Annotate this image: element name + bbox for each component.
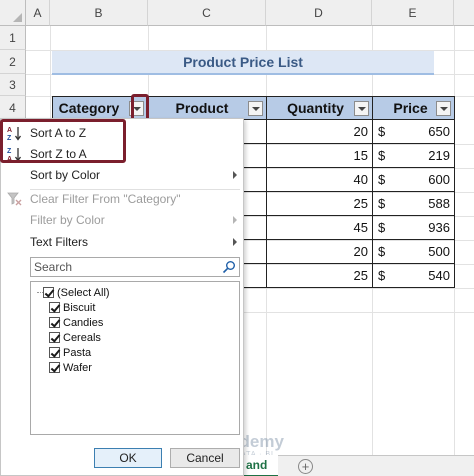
checkbox[interactable] <box>43 287 54 298</box>
checkbox[interactable] <box>49 362 60 373</box>
currency-symbol: $ <box>378 220 386 235</box>
header-product-label: Product <box>175 100 229 116</box>
header-quantity-label: Quantity <box>287 100 344 116</box>
sheet-tab-active[interactable]: and <box>244 455 278 476</box>
price-cell[interactable]: $540 <box>372 264 455 288</box>
filter-values-list: (Select All) Biscuit Candies Cereals Pas… <box>30 281 240 435</box>
price-filter-button[interactable] <box>436 101 451 116</box>
column-header-c[interactable]: C <box>148 0 266 26</box>
select-all-corner[interactable] <box>0 0 26 26</box>
price-value: 936 <box>428 220 450 235</box>
list-item[interactable]: Biscuit <box>49 300 95 315</box>
price-value: 588 <box>428 196 450 211</box>
list-item-label: (Select All) <box>57 286 110 299</box>
column-header-next[interactable] <box>454 0 474 26</box>
currency-symbol: $ <box>378 196 386 211</box>
currency-symbol: $ <box>378 148 386 163</box>
currency-symbol: $ <box>378 244 386 259</box>
checkbox[interactable] <box>49 332 60 343</box>
product-cell[interactable] <box>244 144 267 168</box>
column-header-d[interactable]: D <box>266 0 372 26</box>
list-item[interactable]: Pasta <box>49 345 91 360</box>
currency-symbol: $ <box>378 172 386 187</box>
search-icon <box>222 261 235 274</box>
list-item-label: Wafer <box>63 361 92 374</box>
column-header-b[interactable]: B <box>50 0 148 26</box>
checkbox[interactable] <box>49 302 60 313</box>
menu-sort-by-color-label: Sort by Color <box>30 168 101 182</box>
quantity-filter-button[interactable] <box>354 101 369 116</box>
row-header-3[interactable]: 3 <box>0 74 26 96</box>
product-cell[interactable] <box>244 216 267 240</box>
quantity-cell[interactable]: 20 <box>266 120 373 144</box>
filter-dropdown-menu: A Z Sort A to Z Z A Sort Z to A Sort by … <box>0 118 244 476</box>
quantity-cell[interactable]: 20 <box>266 240 373 264</box>
row-header-2[interactable]: 2 <box>0 50 26 74</box>
quantity-cell[interactable]: 25 <box>266 192 373 216</box>
list-item-select-all[interactable]: (Select All) <box>43 285 110 300</box>
column-header-a[interactable]: A <box>26 0 50 26</box>
cancel-button[interactable]: Cancel <box>170 448 240 468</box>
price-value: 540 <box>428 268 450 283</box>
sheet-tabs-bar: and + <box>244 455 474 476</box>
price-value: 650 <box>428 124 450 139</box>
filter-search-input[interactable] <box>31 258 216 276</box>
list-item[interactable]: Wafer <box>49 360 92 375</box>
header-price-label: Price <box>393 100 428 116</box>
list-item-label: Cereals <box>63 331 101 344</box>
price-cell[interactable]: $936 <box>372 216 455 240</box>
menu-text-filters-label: Text Filters <box>30 235 89 249</box>
quantity-cell[interactable]: 15 <box>266 144 373 168</box>
quantity-cell[interactable]: 40 <box>266 168 373 192</box>
menu-filter-by-color[interactable]: Filter by Color <box>1 209 243 231</box>
header-product[interactable]: Product <box>147 96 267 120</box>
price-cell[interactable]: $500 <box>372 240 455 264</box>
price-cell[interactable]: $600 <box>372 168 455 192</box>
menu-text-filters[interactable]: Text Filters <box>1 231 243 253</box>
row-header-1[interactable]: 1 <box>0 26 26 50</box>
sheet-title: Product Price List <box>52 51 434 75</box>
ok-button[interactable]: OK <box>94 448 162 468</box>
quantity-cell[interactable]: 45 <box>266 216 373 240</box>
product-cell[interactable] <box>244 168 267 192</box>
price-value: 219 <box>428 148 450 163</box>
quantity-cell[interactable]: 25 <box>266 264 373 288</box>
row-header-4[interactable]: 4 <box>0 96 26 120</box>
submenu-arrow-icon <box>233 216 237 224</box>
price-value: 500 <box>428 244 450 259</box>
product-cell[interactable] <box>244 120 267 144</box>
list-item-label: Biscuit <box>63 301 96 314</box>
product-cell[interactable] <box>244 240 267 264</box>
header-category-label: Category <box>58 100 120 116</box>
column-header-e[interactable]: E <box>372 0 454 26</box>
checkbox[interactable] <box>49 347 60 358</box>
filter-search-field[interactable] <box>30 257 240 277</box>
filter-button-highlight <box>131 94 149 121</box>
product-cell[interactable] <box>244 192 267 216</box>
list-item-label: Pasta <box>63 346 92 359</box>
submenu-arrow-icon <box>233 238 237 246</box>
add-sheet-button[interactable]: + <box>298 459 313 474</box>
product-filter-button[interactable] <box>248 101 263 116</box>
checkbox[interactable] <box>49 317 60 328</box>
list-item[interactable]: Candies <box>49 315 103 330</box>
price-cell[interactable]: $588 <box>372 192 455 216</box>
currency-symbol: $ <box>378 268 386 283</box>
price-cell[interactable]: $650 <box>372 120 455 144</box>
menu-sort-by-color[interactable]: Sort by Color <box>1 164 243 186</box>
product-cell[interactable] <box>244 264 267 288</box>
sort-options-highlight <box>0 119 126 163</box>
clear-filter-icon <box>7 192 22 206</box>
currency-symbol: $ <box>378 124 386 139</box>
price-value: 600 <box>428 172 450 187</box>
menu-filter-by-color-label: Filter by Color <box>30 213 105 227</box>
menu-clear-filter-label: Clear Filter From "Category" <box>30 192 181 206</box>
header-price[interactable]: Price <box>372 96 455 120</box>
list-item[interactable]: Cereals <box>49 330 101 345</box>
header-quantity[interactable]: Quantity <box>266 96 373 120</box>
submenu-arrow-icon <box>233 171 237 179</box>
price-cell[interactable]: $219 <box>372 144 455 168</box>
list-item-label: Candies <box>63 316 104 329</box>
menu-clear-filter[interactable]: Clear Filter From "Category" <box>1 188 243 210</box>
